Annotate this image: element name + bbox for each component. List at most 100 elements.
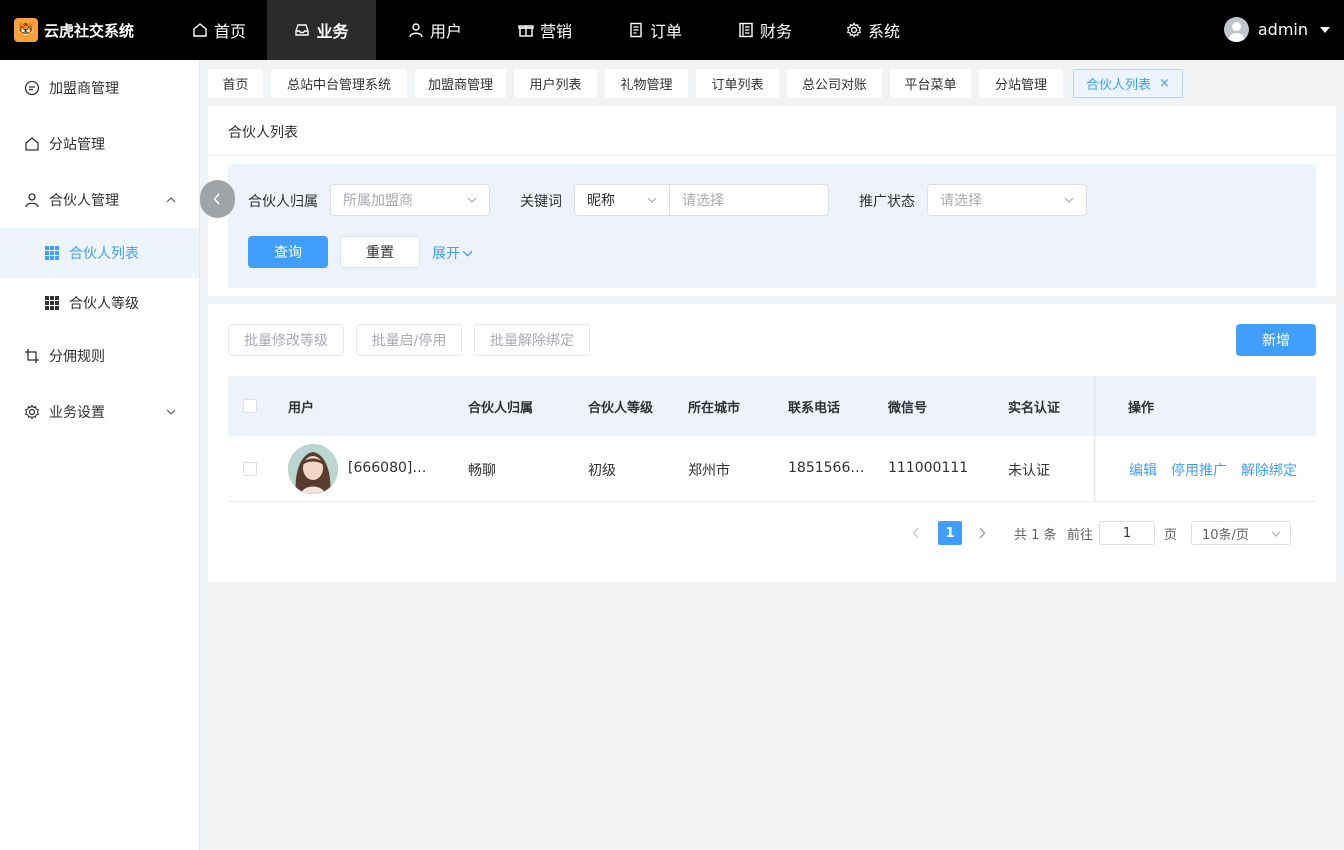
batch-unbind-button[interactable]: 批量解除绑定 [474,324,590,356]
col-city: 所在城市 [688,401,741,416]
nav-users[interactable]: 用户 [390,0,480,60]
nav-marketing[interactable]: 营销 [500,0,590,60]
tab-hq-system[interactable]: 总站中台管理系统 [271,69,407,98]
tab-order-list[interactable]: 订单列表 [696,69,779,98]
expand-label: 展开 [432,246,460,262]
keyword-input[interactable]: 请选择 [669,184,829,216]
fixed-column-divider [1094,376,1096,502]
sidebar-item-label: 合伙人列表 [69,246,139,262]
page-header: 合伙人列表 [208,106,1336,156]
belong-select[interactable]: 所属加盟商 [330,184,490,216]
sidebar-item-substation[interactable]: 分站管理 [0,119,199,169]
nav-orders[interactable]: 订单 [610,0,700,60]
table-row: [666080]… 畅聊 初级 郑州市 1851566… 111000111 未… [228,436,1316,502]
nav-home[interactable]: 首页 [174,0,264,60]
home-icon [193,23,207,37]
keyword-placeholder: 请选择 [682,193,724,209]
cell-belong: 畅聊 [468,463,496,479]
nav-finance[interactable]: 财务 [720,0,810,60]
tab-platform-menu[interactable]: 平台菜单 [890,69,971,98]
sidebar-item-partner[interactable]: 合伙人管理 [0,175,199,225]
col-belong: 合伙人归属 [468,401,534,416]
edit-link[interactable]: 编辑 [1129,460,1157,480]
user-menu[interactable]: admin [1223,17,1330,42]
page-size-value: 10条/页 [1202,527,1249,543]
tab-gift[interactable]: 礼物管理 [605,69,688,98]
tab-partner-list[interactable]: 合伙人列表 × [1073,69,1183,98]
nav-system[interactable]: 系统 [828,0,918,60]
nav-system-label: 系统 [867,22,900,41]
col-level: 合伙人等级 [588,401,654,416]
nav-business[interactable]: 业务 [267,0,376,60]
tab-label: 加盟商管理 [427,78,493,93]
cell-user: [666080]… [348,460,427,476]
status-placeholder: 请选择 [940,193,982,209]
table-card: 批量修改等级 批量启/停用 批量解除绑定 新增 用户 合伙人归属 合伙人等级 所… [208,304,1336,582]
sidebar-item-label: 合伙人管理 [49,193,119,209]
user-icon [25,193,39,208]
col-phone: 联系电话 [788,401,841,416]
expand-link[interactable]: 展开 [432,243,473,263]
select-all-checkbox[interactable] [243,399,257,413]
brand-name: 云虎社交系统 [44,21,135,40]
batch-level-button[interactable]: 批量修改等级 [228,324,344,356]
sidebar-item-franchisee[interactable]: 加盟商管理 [0,63,199,113]
top-bar: 🐯 云虎社交系统 首页 业务 用户 营销 订单 财务 系统 admin [0,0,1344,60]
nav-marketing-label: 营销 [539,22,572,41]
tab-substation[interactable]: 分站管理 [979,69,1063,98]
chevron-down-icon [166,409,176,415]
query-button[interactable]: 查询 [248,236,328,268]
col-verified: 实名认证 [1008,401,1061,416]
page-1-button[interactable]: 1 [938,521,962,545]
goto-page-input[interactable]: 1 [1099,521,1155,545]
next-page-button[interactable] [977,521,987,545]
brand[interactable]: 🐯 云虎社交系统 [14,16,134,44]
nav-users-label: 用户 [429,22,462,41]
tab-home[interactable]: 首页 [208,69,263,98]
tab-reconciliation[interactable]: 总公司对账 [787,69,882,98]
batch-toggle-button[interactable]: 批量启/停用 [356,324,462,356]
status-select[interactable]: 请选择 [927,184,1087,216]
nav-orders-label: 订单 [649,22,682,41]
chevron-left-icon [912,527,919,539]
nav-home-label: 首页 [213,22,246,41]
sidebar-item-partner-level[interactable]: 合伙人等级 [0,278,199,328]
collapse-sidebar-button[interactable] [200,180,235,218]
tiger-logo-icon: 🐯 [14,18,38,42]
filter-panel: 合伙人归属 所属加盟商 关键词 昵称 请选择 推广状态 请选择 查询 重置 展开 [200,164,1316,288]
chevron-down-icon [462,250,473,257]
prev-page-button[interactable] [911,521,921,545]
gift-icon [518,25,534,37]
sidebar-item-business-settings[interactable]: 业务设置 [0,387,199,437]
cell-verified: 未认证 [1008,463,1050,479]
tab-label: 礼物管理 [620,78,673,93]
belong-label: 合伙人归属 [248,194,318,210]
tab-franchisee[interactable]: 加盟商管理 [415,69,506,98]
reset-button[interactable]: 重置 [340,236,420,268]
col-actions: 操作 [1128,401,1155,416]
page-unit-label: 页 [1164,527,1178,543]
gear-icon [846,22,862,38]
home-icon [25,137,39,151]
sidebar-item-label: 业务设置 [49,405,105,421]
unbind-link[interactable]: 解除绑定 [1241,460,1297,480]
sidebar-item-partner-list[interactable]: 合伙人列表 [0,228,199,278]
cell-level: 初级 [588,463,616,479]
tab-bar: 首页 总站中台管理系统 加盟商管理 用户列表 礼物管理 订单列表 总公司对账 平… [200,60,1344,106]
add-button[interactable]: 新增 [1236,324,1316,356]
sidebar-item-label: 合伙人等级 [69,296,139,312]
tab-user-list[interactable]: 用户列表 [514,69,597,98]
cell-wechat: 111000111 [888,460,969,476]
row-checkbox[interactable] [243,462,257,476]
chevron-down-icon [1271,531,1281,537]
sidebar-item-commission[interactable]: 分佣规则 [0,331,199,381]
keyword-type-select[interactable]: 昵称 [574,184,670,216]
chat-icon [24,80,40,96]
user-icon [409,23,423,38]
close-icon[interactable]: × [1159,76,1170,91]
disable-promotion-link[interactable]: 停用推广 [1171,460,1227,480]
page-size-select[interactable]: 10条/页 [1191,521,1291,545]
table-header: 用户 合伙人归属 合伙人等级 所在城市 联系电话 微信号 实名认证 操作 [228,376,1316,436]
chevron-down-icon [1064,197,1074,203]
chevron-down-icon [467,197,477,203]
